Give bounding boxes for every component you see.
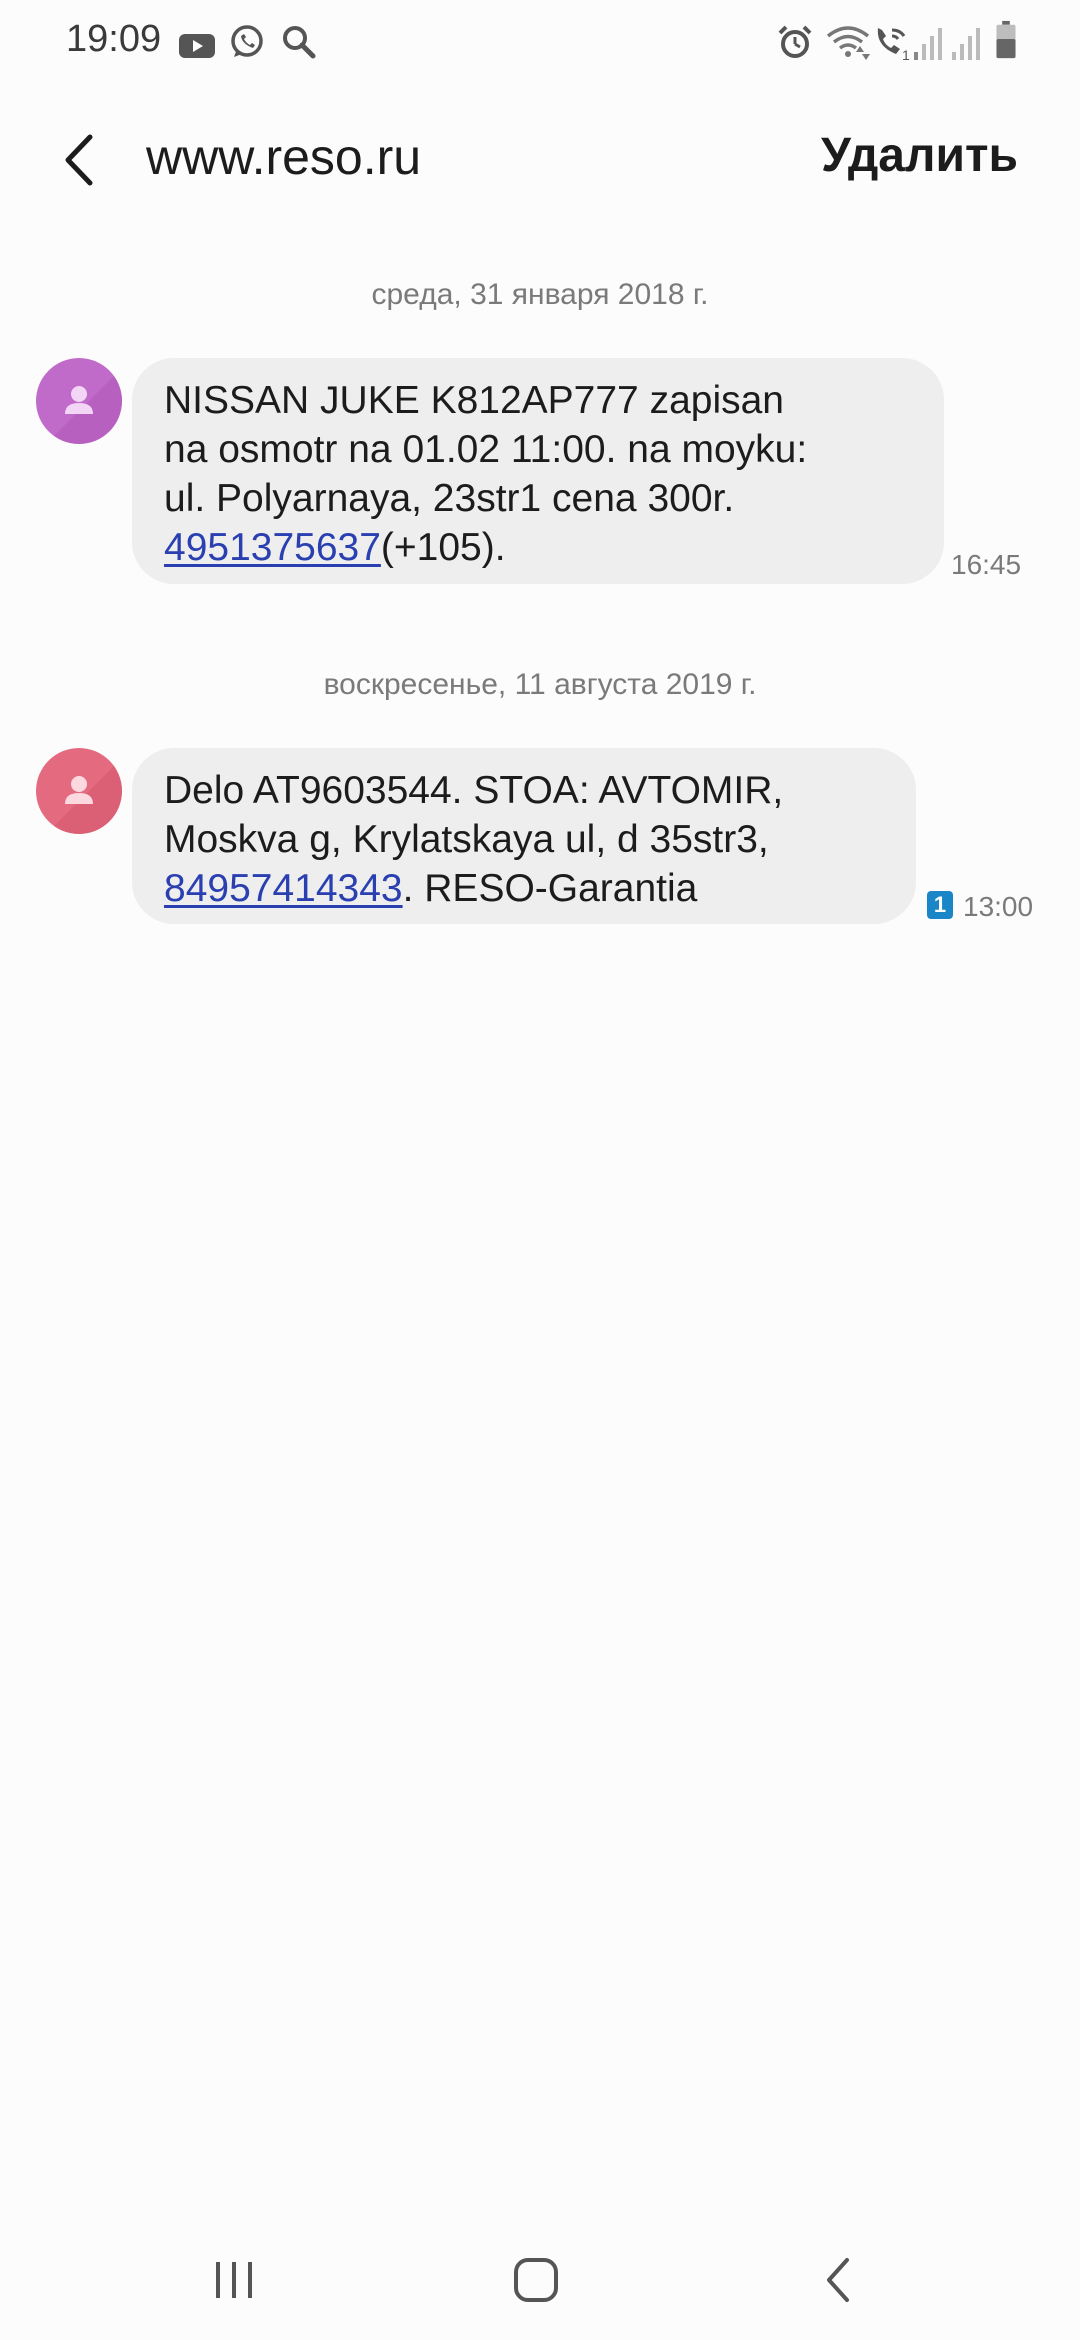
conversation-title: www.reso.ru	[146, 129, 422, 185]
nav-back-button[interactable]	[778, 2240, 898, 2320]
message-text-line: 84957414343. RESO-Garantia	[164, 864, 884, 913]
message-text-line: NISSAN JUKE K812AP777 zapisan	[164, 379, 785, 422]
battery-icon	[996, 20, 1016, 59]
message-text-fragment: (+105).	[380, 526, 506, 569]
delete-button[interactable]: Удалить	[821, 128, 1018, 183]
home-icon	[514, 2258, 558, 2302]
back-arrow-icon	[65, 134, 93, 186]
recent-apps-button[interactable]	[174, 2240, 294, 2320]
message-text-line: Delo AT9603544. STOA: AVTOMIR,	[164, 769, 784, 812]
status-time: 19:09	[66, 18, 162, 60]
phone-number-link[interactable]: 84957414343	[164, 867, 403, 910]
signal-sim2-icon	[952, 28, 980, 60]
avatar[interactable]	[36, 358, 122, 444]
message-text-line: 4951375637(+105).	[164, 523, 912, 572]
avatar[interactable]	[36, 748, 122, 834]
message-text-fragment: . RESO-Garantia	[402, 867, 698, 910]
contact-person-icon	[46, 368, 122, 444]
wifi-icon	[826, 26, 870, 60]
status-bar: 19:09 1	[0, 0, 1080, 84]
home-button[interactable]	[476, 2240, 596, 2320]
message-bubble[interactable]: Delo AT9603544. STOA: AVTOMIR, Moskva g,…	[132, 748, 916, 924]
message-time: 16:45	[951, 549, 1022, 580]
contact-person-icon	[46, 758, 122, 834]
alarm-icon	[778, 25, 812, 58]
date-separator: воскресенье, 11 августа 2019 г.	[323, 668, 757, 701]
message-bubble[interactable]: NISSAN JUKE K812AP777 zapisan na osmotr …	[132, 358, 944, 584]
youtube-icon	[179, 34, 215, 58]
message-text-line: Moskva g, Krylatskaya ul, d 35str3,	[164, 818, 769, 861]
recent-apps-icon	[216, 2262, 252, 2298]
message-text-line: na osmotr na 01.02 11:00. na moyku:	[164, 428, 808, 471]
search-icon	[283, 26, 316, 59]
nav-back-icon	[827, 2258, 849, 2302]
message-text-line: ul. Polyarnaya, 23str1 cena 300r.	[164, 477, 735, 520]
message-time: 13:00	[963, 891, 1034, 922]
signal-sim1-icon	[914, 28, 942, 60]
date-separator: среда, 31 января 2018 г.	[371, 278, 709, 311]
app-bar: www.reso.ru Удалить	[0, 100, 1080, 220]
wifi-calling-icon: 1	[877, 28, 910, 62]
back-button[interactable]	[40, 120, 120, 200]
phone-number-link[interactable]: 4951375637	[164, 526, 381, 569]
sim-badge-icon: 1	[927, 891, 953, 919]
whatsapp-icon	[231, 25, 263, 57]
navigation-bar	[0, 2220, 1080, 2340]
svg-text:1: 1	[902, 47, 910, 62]
